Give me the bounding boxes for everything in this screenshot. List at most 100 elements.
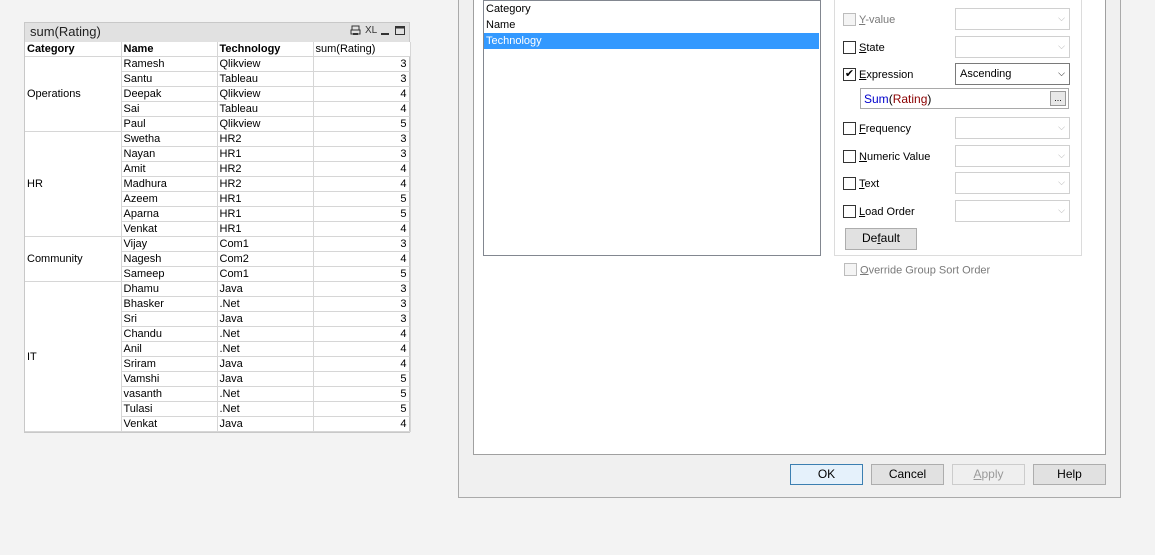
sort-list-item[interactable]: Name (484, 17, 819, 33)
name-cell[interactable]: Sri (121, 311, 218, 327)
apply-button[interactable]: Apply (952, 464, 1025, 485)
name-cell[interactable]: Ramesh (121, 56, 218, 72)
technology-cell[interactable]: .Net (217, 296, 314, 312)
sort-priority-list[interactable]: Category Name Technology (483, 0, 821, 256)
state-order-select[interactable]: ⌵ (955, 36, 1070, 58)
override-group-sort-label: Override Group Sort Order (860, 264, 991, 277)
rating-cell: 3 (313, 281, 411, 297)
technology-cell[interactable]: Com2 (217, 251, 314, 267)
sort-properties-dialog: Category Name Technology Y-value ⌵ State… (458, 0, 1121, 498)
load-order-order-select[interactable]: ⌵ (955, 200, 1070, 222)
category-cell[interactable]: HR (25, 131, 122, 237)
technology-cell[interactable]: Java (217, 311, 314, 327)
name-cell[interactable]: Amit (121, 161, 218, 177)
load-order-checkbox[interactable] (843, 204, 856, 218)
y-value-checkbox[interactable] (843, 12, 856, 26)
column-header-sum-rating[interactable]: sum(Rating) (313, 42, 411, 57)
name-cell[interactable]: Swetha (121, 131, 218, 147)
technology-cell[interactable]: Com1 (217, 266, 314, 282)
technology-cell[interactable]: Tableau (217, 71, 314, 87)
name-cell[interactable]: vasanth (121, 386, 218, 402)
name-cell[interactable]: Bhasker (121, 296, 218, 312)
category-cell[interactable]: Operations (25, 56, 122, 132)
category-cell[interactable]: Community (25, 236, 122, 282)
override-group-sort-checkbox[interactable] (844, 263, 857, 276)
name-cell[interactable]: Dhamu (121, 281, 218, 297)
excel-icon[interactable]: XL (365, 25, 377, 36)
technology-cell[interactable]: HR2 (217, 131, 314, 147)
sort-list-item[interactable]: Category (484, 1, 819, 17)
expression-edit-button[interactable]: ... (1050, 91, 1066, 106)
category-cell[interactable]: IT (25, 281, 122, 432)
state-label: State (859, 42, 885, 54)
technology-cell[interactable]: HR2 (217, 176, 314, 192)
table-caption-bar[interactable]: sum(Rating) XL (25, 23, 409, 42)
maximize-icon[interactable] (395, 25, 405, 39)
column-header-category[interactable]: Category (25, 42, 122, 57)
name-cell[interactable]: Madhura (121, 176, 218, 192)
minimize-icon[interactable] (381, 25, 390, 39)
name-cell[interactable]: Sameep (121, 266, 218, 282)
name-cell[interactable]: Nagesh (121, 251, 218, 267)
expression-input[interactable]: Sum(Rating) ... (860, 88, 1069, 109)
technology-cell[interactable]: HR1 (217, 191, 314, 207)
state-checkbox[interactable] (843, 40, 856, 54)
name-cell[interactable]: Nayan (121, 146, 218, 162)
frequency-order-select[interactable]: ⌵ (955, 117, 1070, 139)
name-cell[interactable]: Sai (121, 101, 218, 117)
technology-cell[interactable]: .Net (217, 326, 314, 342)
name-cell[interactable]: Chandu (121, 326, 218, 342)
technology-cell[interactable]: Java (217, 356, 314, 372)
name-cell[interactable]: Deepak (121, 86, 218, 102)
text-checkbox[interactable] (843, 176, 856, 190)
rating-cell: 4 (313, 416, 411, 432)
cancel-button[interactable]: Cancel (871, 464, 944, 485)
rating-cell: 4 (313, 326, 411, 342)
expression-order-select[interactable]: Ascending ⌵ (955, 63, 1070, 85)
name-cell[interactable]: Paul (121, 116, 218, 132)
name-cell[interactable]: Tulasi (121, 401, 218, 417)
technology-cell[interactable]: Java (217, 281, 314, 297)
frequency-checkbox[interactable] (843, 121, 856, 135)
default-button[interactable]: Default (845, 228, 917, 250)
technology-cell[interactable]: Java (217, 371, 314, 387)
name-cell[interactable]: Santu (121, 71, 218, 87)
technology-cell[interactable]: HR1 (217, 146, 314, 162)
technology-cell[interactable]: Qlikview (217, 56, 314, 72)
text-order-select[interactable]: ⌵ (955, 172, 1070, 194)
print-icon[interactable] (350, 25, 361, 39)
name-cell[interactable]: Aparna (121, 206, 218, 222)
technology-cell[interactable]: Tableau (217, 101, 314, 117)
technology-cell[interactable]: HR1 (217, 206, 314, 222)
technology-cell[interactable]: .Net (217, 401, 314, 417)
chevron-down-icon: ⌵ (1058, 68, 1065, 78)
technology-cell[interactable]: .Net (217, 341, 314, 357)
name-cell[interactable]: Venkat (121, 221, 218, 237)
table-row: Community Vijay Com1 3 (25, 236, 411, 282)
name-cell[interactable]: Vijay (121, 236, 218, 252)
expression-checkbox[interactable]: ✔ (843, 67, 856, 81)
technology-cell[interactable]: .Net (217, 386, 314, 402)
name-cell[interactable]: Venkat (121, 416, 218, 432)
technology-cell[interactable]: Qlikview (217, 86, 314, 102)
name-cell[interactable]: Azeem (121, 191, 218, 207)
table-row: IT Dhamu Java 3 (25, 281, 411, 432)
technology-cell[interactable]: Com1 (217, 236, 314, 252)
column-header-name[interactable]: Name (121, 42, 218, 57)
numeric-value-order-select[interactable]: ⌵ (955, 145, 1070, 167)
name-cell[interactable]: Anil (121, 341, 218, 357)
name-cell[interactable]: Vamshi (121, 371, 218, 387)
name-cell[interactable]: Sriram (121, 356, 218, 372)
sort-list-item-selected[interactable]: Technology (484, 33, 819, 49)
rating-cell: 3 (313, 131, 411, 147)
column-header-technology[interactable]: Technology (217, 42, 314, 57)
technology-cell[interactable]: HR1 (217, 221, 314, 237)
technology-cell[interactable]: Qlikview (217, 116, 314, 132)
ok-button[interactable]: OK (790, 464, 863, 485)
y-value-order-select[interactable]: ⌵ (955, 8, 1070, 30)
technology-cell[interactable]: HR2 (217, 161, 314, 177)
help-button[interactable]: Help (1033, 464, 1106, 485)
expression-label: Expression (859, 69, 914, 81)
technology-cell[interactable]: Java (217, 416, 314, 432)
numeric-value-checkbox[interactable] (843, 149, 856, 163)
